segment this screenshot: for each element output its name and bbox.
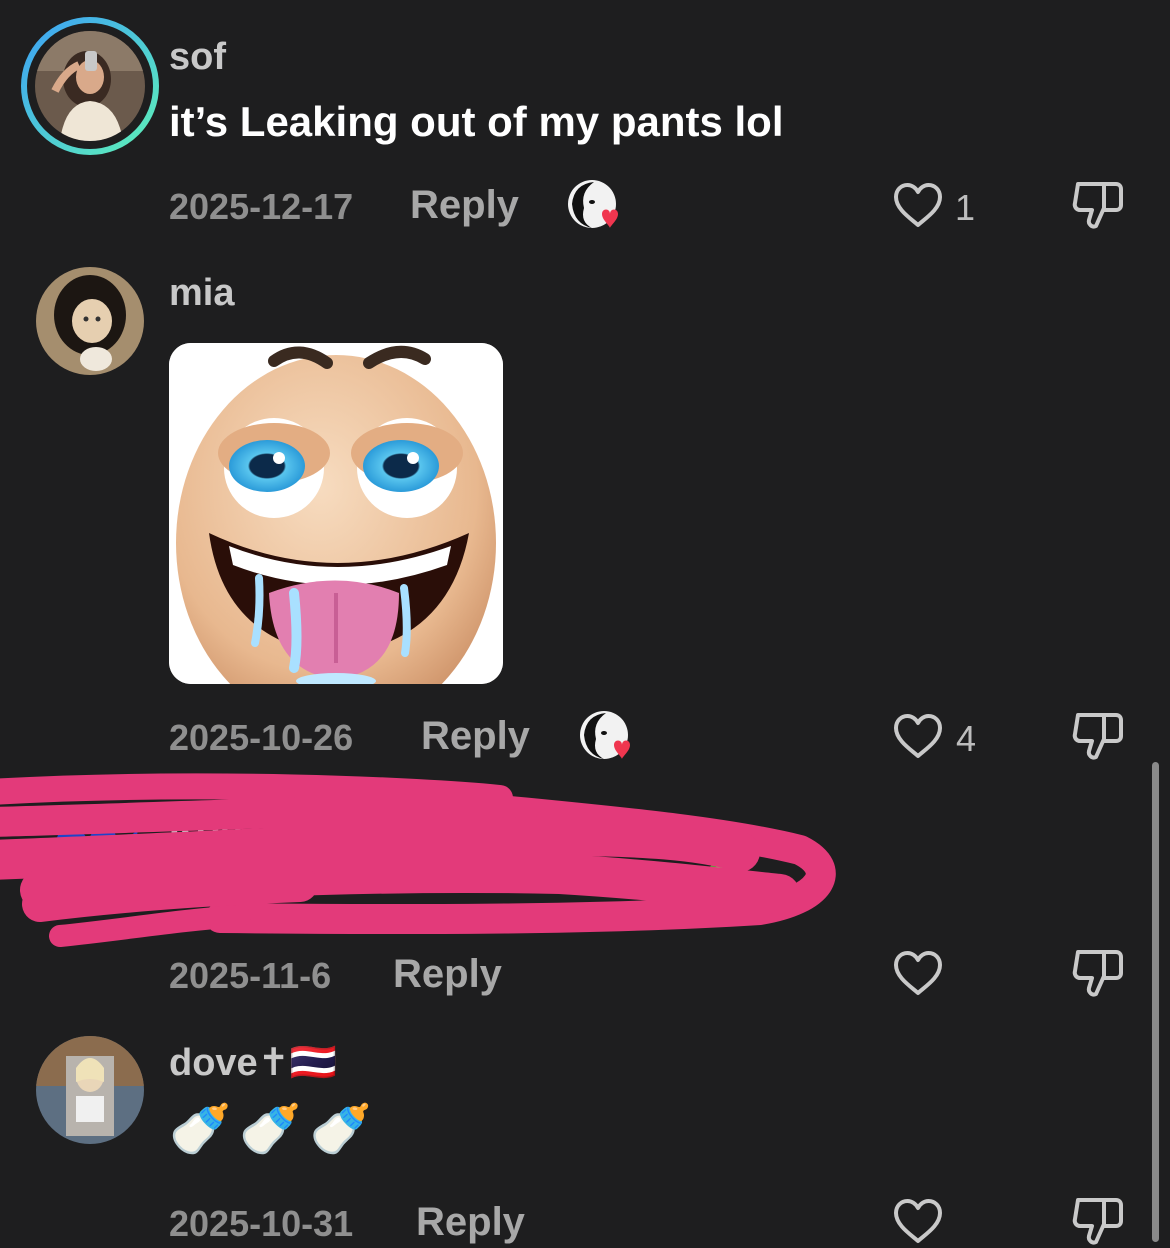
reply-button[interactable]: Reply — [410, 183, 519, 228]
reply-button[interactable]: Reply — [421, 714, 530, 759]
chicken-emoji-icon — [650, 863, 686, 898]
like-count: 4 — [956, 718, 977, 759]
comment-text: it’s Leaking out of my pants lol — [169, 98, 784, 145]
username[interactable]: Kon — [169, 808, 243, 851]
comment-date: 2025-10-31 — [169, 1203, 354, 1244]
thumbs-down-outline-icon[interactable] — [1070, 1194, 1126, 1248]
thumbs-down-outline-icon[interactable] — [1070, 709, 1126, 763]
reply-button[interactable]: Reply — [393, 952, 502, 997]
heart-outline-icon[interactable] — [892, 713, 944, 759]
green-circle-emoji-icon — [705, 860, 749, 896]
scrollbar[interactable] — [1152, 762, 1159, 1242]
comment-date: 2025-10-26 — [169, 717, 354, 758]
thumbs-down-outline-icon[interactable] — [1070, 946, 1126, 1000]
avatar-dove[interactable] — [36, 1036, 144, 1144]
avatar-sonic[interactable] — [38, 800, 144, 906]
heart-outline-icon[interactable] — [892, 1198, 944, 1244]
creator-liked-icon — [568, 180, 618, 228]
username[interactable]: mia — [169, 272, 234, 315]
username[interactable]: sof — [169, 36, 226, 79]
comment-text: 🍼🍼🍼 — [169, 1101, 380, 1157]
heart-outline-icon[interactable] — [892, 182, 944, 228]
avatar-mia[interactable] — [36, 267, 144, 375]
drooling-grin-face-sticker[interactable] — [169, 343, 503, 684]
comment-date: 2025-11-6 — [169, 955, 332, 996]
creator-liked-icon — [580, 711, 630, 759]
thumbs-down-outline-icon[interactable] — [1070, 178, 1126, 232]
comment-date: 2025-12-17 — [169, 186, 354, 227]
avatar-sof[interactable] — [35, 31, 145, 141]
username[interactable]: dove✝🇹🇭 — [169, 1040, 337, 1085]
heart-outline-icon[interactable] — [892, 950, 944, 996]
like-count: 1 — [955, 187, 976, 228]
reply-button[interactable]: Reply — [416, 1200, 525, 1245]
